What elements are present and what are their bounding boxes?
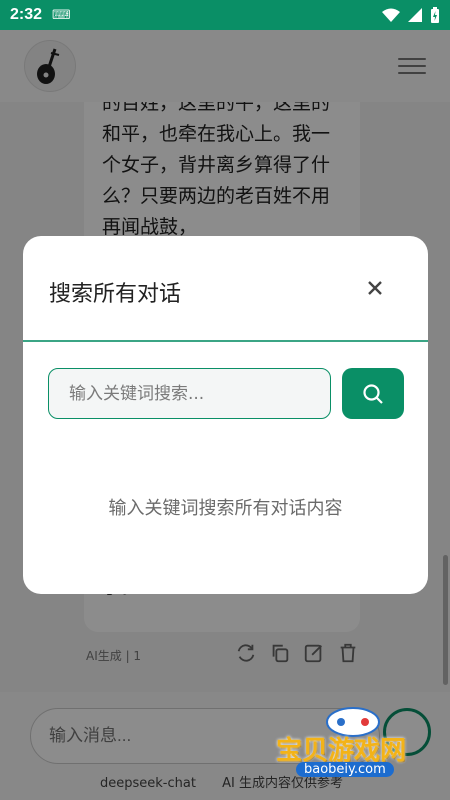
status-icons: [382, 7, 440, 23]
status-time: 2:32: [10, 6, 43, 23]
search-dialog: 搜索所有对话 输入关键词搜索所有对话内容: [23, 236, 428, 594]
keyboard-icon: ⌨: [52, 7, 71, 23]
dialog-title: 搜索所有对话: [49, 282, 182, 307]
close-button[interactable]: [363, 276, 387, 300]
empty-hint: 输入关键词搜索所有对话内容: [108, 498, 343, 519]
watermark-logo: 宝贝游戏网 baobeiy.com: [268, 700, 448, 795]
signal-icon: [408, 8, 422, 22]
search-input[interactable]: [48, 368, 331, 419]
status-bar: 2:32 ⌨: [0, 0, 450, 30]
wifi-icon: [382, 8, 400, 22]
search-icon: [363, 383, 383, 404]
search-button[interactable]: [342, 368, 404, 419]
watermark-url: baobeiy.com: [296, 762, 394, 777]
close-icon: [368, 281, 382, 295]
divider: [23, 340, 428, 342]
battery-icon: [431, 7, 439, 23]
